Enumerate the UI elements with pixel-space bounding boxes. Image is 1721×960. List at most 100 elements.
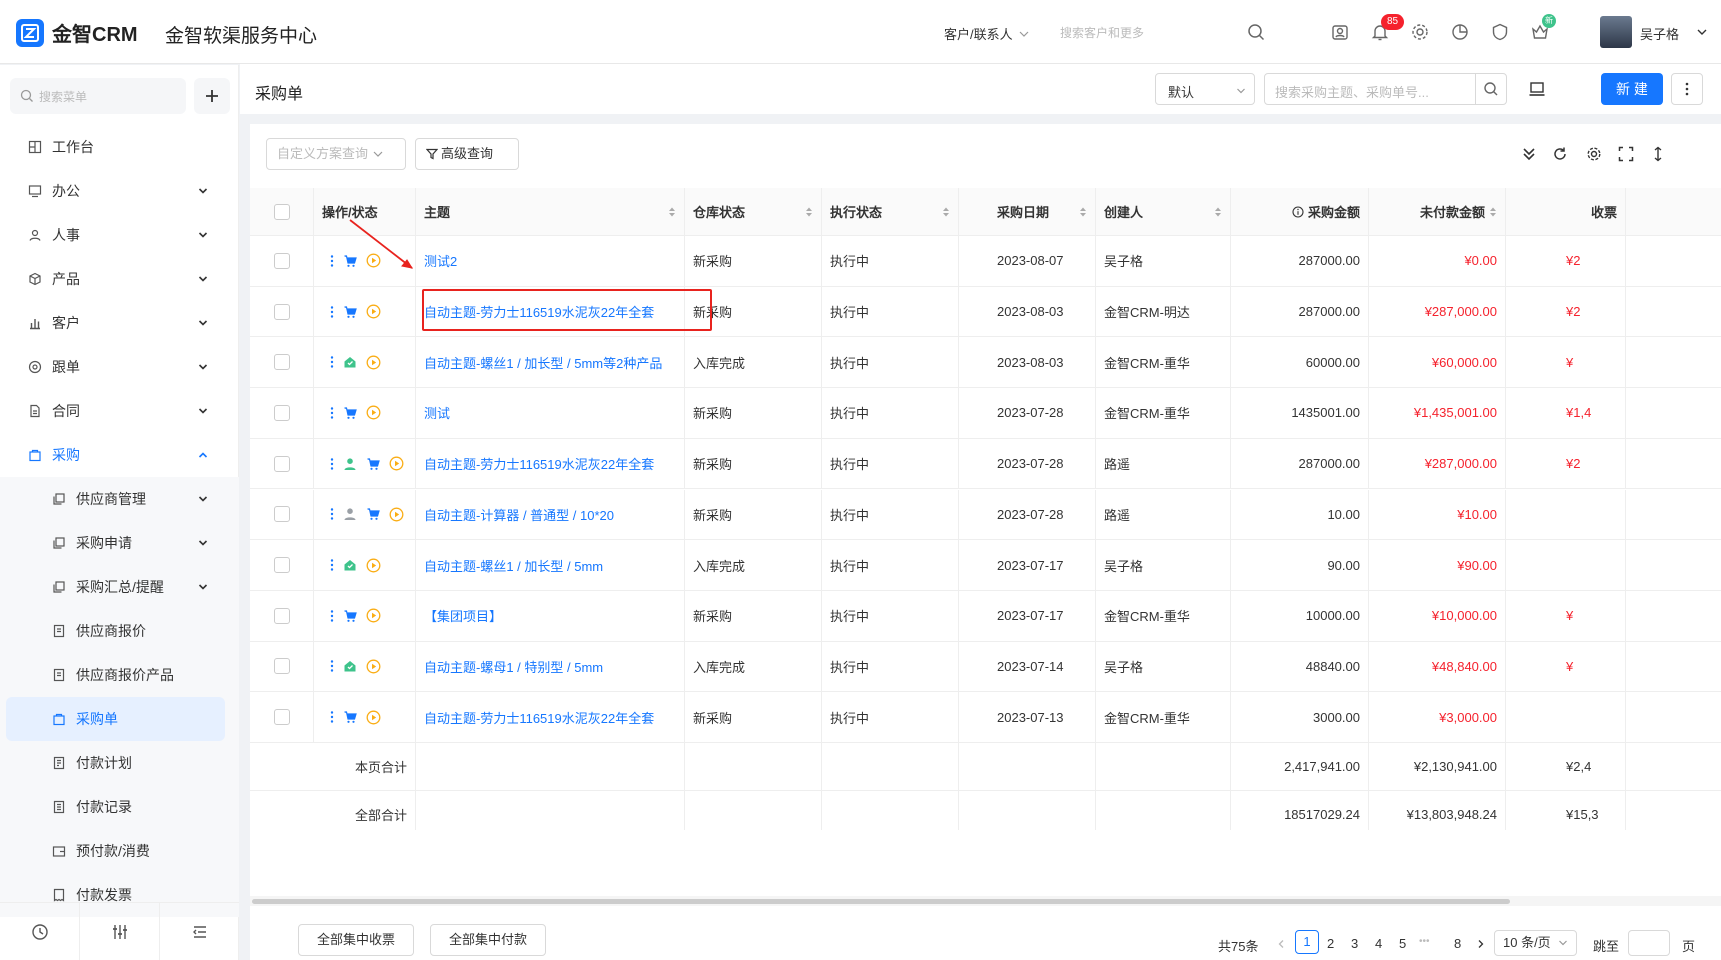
row-checkbox[interactable] [274, 658, 290, 675]
row-checkbox[interactable] [274, 404, 290, 421]
table-row[interactable]: 自动主题-计算器 / 普通型 / 10*20 新采购 执行中 2023-07-28 路遥… [250, 489, 1721, 541]
submenu-item-supplier-quote[interactable]: 供应商报价 [0, 609, 239, 653]
brand-logo[interactable]: 金智CRM [16, 18, 138, 47]
chevron-right-icon[interactable] [1476, 939, 1486, 949]
menu-item-office[interactable]: 办公 [0, 169, 239, 213]
warehouse-icon[interactable] [343, 659, 357, 673]
table-row[interactable]: 测试 新采购 执行中 2023-07-28 金智CRM-重华 1435001.00 ¥1,4… [250, 388, 1721, 439]
row-checkbox[interactable] [274, 557, 290, 574]
header-cell-warehouse[interactable]: 仓库状态 [685, 188, 822, 235]
table-row[interactable]: 自动主题-劳力士116519水泥灰22年全套 新采购 执行中 2023-07-13 金智… [250, 692, 1721, 743]
header-cell-date[interactable]: 采购日期 [959, 188, 1096, 235]
sort-icon[interactable] [1214, 206, 1222, 218]
page-3[interactable]: 3 [1351, 936, 1358, 951]
horizontal-scrollbar[interactable] [250, 896, 1721, 906]
sort-icon[interactable] [1489, 206, 1497, 218]
submenu-item-purchase-order[interactable]: 采购单 [6, 697, 225, 741]
play-circle-icon[interactable] [389, 456, 404, 471]
gear-icon[interactable] [1410, 22, 1430, 42]
chevron-down-icon[interactable] [1696, 26, 1708, 38]
table-row[interactable]: 自动主题-螺母1 / 特别型 / 5mm 入库完成 执行中 2023-07-14 吴子格… [250, 641, 1721, 693]
page-1[interactable]: 1 [1295, 930, 1319, 954]
menu-item-product[interactable]: 产品 [0, 257, 239, 301]
more-vertical-icon[interactable] [330, 305, 334, 319]
row-checkbox[interactable] [274, 252, 290, 269]
collapse-menu-button[interactable] [160, 903, 239, 960]
submenu-item-purchase-request[interactable]: 采购申请 [0, 521, 239, 565]
page-2[interactable]: 2 [1327, 936, 1334, 951]
table-row[interactable]: 【集团项目】 新采购 执行中 2023-07-17 金智CRM-重华 10000.00 ¥1… [250, 590, 1721, 642]
menu-item-hr[interactable]: 人事 [0, 213, 239, 257]
submenu-item-supplier-quote-product[interactable]: 供应商报价产品 [0, 653, 239, 697]
jump-page-input[interactable] [1628, 930, 1670, 956]
sort-icon[interactable] [668, 206, 676, 218]
header-cell-subject[interactable]: 主题 [416, 188, 685, 235]
row-checkbox[interactable] [274, 506, 290, 523]
contact-icon[interactable] [1330, 22, 1350, 42]
chevron-left-icon[interactable] [1276, 939, 1286, 949]
more-vertical-icon[interactable] [330, 254, 334, 268]
history-button[interactable] [0, 903, 80, 960]
page-5[interactable]: 5 [1399, 936, 1406, 951]
chart-icon[interactable] [1450, 22, 1470, 42]
scrollbar-thumb[interactable] [252, 899, 1510, 904]
search-button[interactable] [1475, 73, 1507, 105]
view-select[interactable]: 默认 [1155, 73, 1255, 105]
row-height-icon[interactable] [1650, 146, 1666, 162]
purchase-search-input[interactable]: 搜索采购主题、采购单号... [1264, 73, 1476, 105]
cart-icon[interactable] [366, 457, 380, 471]
header-cell-exec[interactable]: 执行状态 [822, 188, 959, 235]
header-cell-creator[interactable]: 创建人 [1096, 188, 1231, 235]
more-vertical-icon[interactable] [330, 558, 334, 572]
new-button[interactable]: 新 建 [1601, 73, 1663, 105]
row-checkbox[interactable] [274, 303, 290, 320]
play-circle-icon[interactable] [366, 558, 381, 573]
row-checkbox[interactable] [274, 709, 290, 726]
play-circle-icon[interactable] [366, 659, 381, 674]
more-vertical-icon[interactable] [330, 406, 334, 420]
menu-item-purchase[interactable]: 采购 [0, 433, 239, 477]
fullscreen-icon[interactable] [1618, 146, 1634, 162]
sort-icon[interactable] [1079, 206, 1087, 218]
cart-icon[interactable] [366, 507, 380, 521]
batch-pay-button[interactable]: 全部集中付款 [430, 924, 546, 956]
gear-icon[interactable] [1586, 146, 1602, 162]
warehouse-icon[interactable] [343, 355, 357, 369]
warehouse-icon[interactable] [343, 558, 357, 572]
refresh-icon[interactable] [1552, 146, 1568, 162]
play-circle-icon[interactable] [366, 608, 381, 623]
cell-subject[interactable]: 【集团项目】 [416, 590, 685, 641]
submenu-item-supplier-mgmt[interactable]: 供应商管理 [0, 477, 239, 521]
avatar[interactable] [1600, 16, 1632, 48]
table-row[interactable]: 测试2 新采购 执行中 2023-08-07 吴子格 287000.00 ¥0.00 ¥2 [250, 236, 1721, 287]
more-vertical-icon[interactable] [330, 507, 334, 521]
print-icon[interactable] [1528, 80, 1546, 98]
menu-search-input[interactable]: 搜索菜单 [10, 78, 186, 114]
cell-subject[interactable]: 自动主题-劳力士116519水泥灰22年全套 [416, 438, 685, 489]
cart-icon[interactable] [343, 305, 357, 319]
batch-invoice-button[interactable]: 全部集中收票 [298, 924, 414, 956]
submenu-item-payment-plan[interactable]: 付款计划 [0, 741, 239, 785]
row-checkbox[interactable] [274, 607, 290, 624]
more-vertical-icon[interactable] [330, 355, 334, 369]
page-size-select[interactable]: 10 条/页 [1494, 930, 1577, 956]
more-button[interactable] [1671, 73, 1703, 105]
table-row[interactable]: 自动主题-劳力士116519水泥灰22年全套 新采购 执行中 2023-07-28 路遥… [250, 438, 1721, 490]
cart-icon[interactable] [343, 609, 357, 623]
cell-subject[interactable]: 测试 [416, 388, 685, 438]
advanced-query-button[interactable]: 高级查询 [415, 138, 519, 170]
settings-button[interactable] [80, 903, 160, 960]
more-vertical-icon[interactable] [330, 710, 334, 724]
submenu-item-purchase-summary[interactable]: 采购汇总/提醒 [0, 565, 239, 609]
user-name[interactable]: 吴子格 [1640, 24, 1679, 43]
page-8[interactable]: 8 [1454, 936, 1461, 951]
menu-item-customer[interactable]: 客户 [0, 301, 239, 345]
user-icon[interactable] [343, 457, 357, 471]
search-scope-dropdown[interactable]: 客户/联系人 [944, 24, 1030, 43]
menu-item-contract[interactable]: 合同 [0, 389, 239, 433]
more-vertical-icon[interactable] [330, 457, 334, 471]
table-row[interactable]: 自动主题-螺丝1 / 加长型 / 5mm 入库完成 执行中 2023-07-17 吴子格… [250, 540, 1721, 591]
table-row[interactable]: 自动主题-劳力士116519水泥灰22年全套 新采购 执行中 2023-08-03 金智… [250, 286, 1721, 338]
page-ellipsis[interactable]: ••• [1419, 936, 1430, 947]
page-4[interactable]: 4 [1375, 936, 1382, 951]
